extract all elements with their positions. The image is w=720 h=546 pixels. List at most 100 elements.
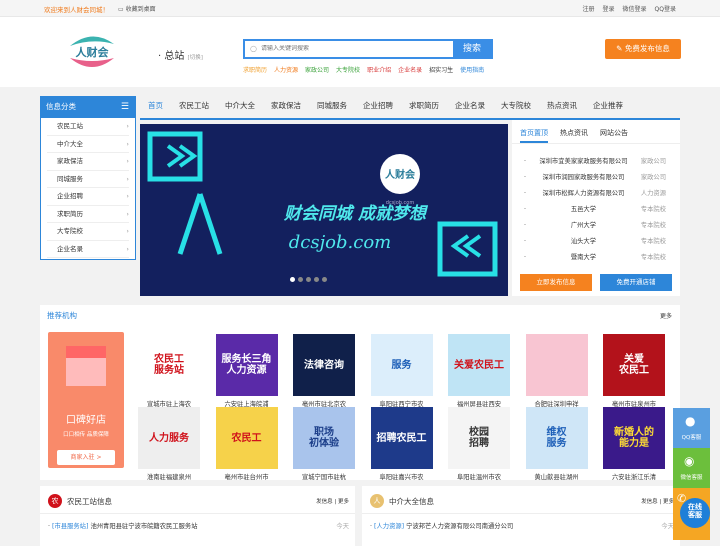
sidebar-item[interactable]: 求职简历 ›	[47, 206, 129, 223]
hot-keyword[interactable]: 家政公司	[305, 65, 329, 74]
panel-tab[interactable]: 网站公告	[600, 128, 628, 143]
nav-tab[interactable]: 热点资讯	[539, 96, 585, 118]
org-tile[interactable]: 农民工 亳州市驻台州市	[215, 407, 278, 481]
hot-keyword[interactable]: 职业介绍	[367, 65, 391, 74]
org-image: 关爱农民工	[448, 334, 510, 396]
org-label: 六安驻浙江乐清	[611, 474, 657, 481]
nav-tab[interactable]: 中介大全	[217, 96, 263, 118]
list-item[interactable]: · 深圳市润园家政服务有限公司 家政公司	[512, 170, 680, 186]
nav-tab[interactable]: 农民工站	[171, 96, 217, 118]
recommend-title: 推荐机构	[47, 311, 77, 320]
nav-tab[interactable]: 首页	[140, 96, 171, 118]
banner-carousel[interactable]: 人财会 dcsjob.com 财会同城 成就梦想 dcsjob.com	[140, 124, 508, 296]
item-category: 专本院校	[640, 222, 666, 229]
carousel-dot[interactable]	[322, 277, 327, 282]
hot-keyword[interactable]: 招实习生	[429, 65, 453, 74]
org-image: 新婚人的 能力是	[603, 407, 665, 469]
list-item[interactable]: · 五邑大学 专本院校	[512, 202, 680, 218]
site-logo[interactable]: 人财会	[62, 32, 122, 70]
bookmark-link[interactable]: ▭ 收藏到桌面	[118, 4, 156, 13]
nav-tab[interactable]: 企业推荐	[585, 96, 631, 118]
sidebar-item[interactable]: 同城服务 ›	[47, 171, 129, 188]
org-tile[interactable]: 农民工 服务站 宣城市驻上海农	[138, 334, 200, 408]
merchant-join-button[interactable]: 商家入驻 >	[57, 450, 115, 465]
list-item[interactable]: · 深圳市宜美家家政服务有限公司 家政公司	[512, 154, 680, 170]
hot-keyword[interactable]: 使用指南	[460, 65, 484, 74]
item-category: 家政公司	[640, 158, 666, 165]
wechat-service-button[interactable]: ◉ 微信客服	[673, 448, 710, 488]
site-switcher[interactable]: · 总站 [切换]	[158, 47, 203, 62]
item-tag: [市县服务站]	[52, 523, 89, 530]
panel-tab[interactable]: 热点资讯	[560, 128, 588, 143]
bookmark-label: 收藏到桌面	[125, 6, 156, 13]
open-shop-button[interactable]: 免费开通店铺	[600, 274, 672, 291]
nav-tab[interactable]: 企业招聘	[355, 96, 401, 118]
org-tile[interactable]: 维权 服务 黄山歙县驻湖州	[525, 407, 588, 481]
org-label: 淮南驻福建泉州	[146, 474, 192, 481]
panel-tab[interactable]: 首页置顶	[520, 128, 548, 143]
sidebar-item-label: 企业名录	[57, 244, 83, 253]
nav-tab[interactable]: 求职简历	[401, 96, 447, 118]
box-actions[interactable]: 发信息 | 更多	[316, 497, 349, 505]
carousel-dot[interactable]	[314, 277, 319, 282]
org-tile[interactable]: 服务长三角 人力资源 六安驻上海皖浦	[215, 334, 278, 408]
list-item[interactable]: · 广州大学 专本院校	[512, 218, 680, 234]
sidebar-item[interactable]: 大专院校 ›	[47, 223, 129, 241]
org-tile[interactable]: 人力服务 淮南驻福建泉州	[138, 407, 200, 481]
nav-tab[interactable]: 企业名录	[447, 96, 493, 118]
org-tile[interactable]: 职场 初体验 宣城宁国市驻杭	[293, 407, 355, 481]
publish-button[interactable]: ✎ 免费发布信息	[605, 39, 681, 59]
sidebar-item[interactable]: 企业招聘 ›	[47, 188, 129, 206]
carousel-dot[interactable]	[298, 277, 303, 282]
org-tile[interactable]: 法律咨询 亳州市驻北京农	[293, 334, 355, 408]
hot-keyword[interactable]: 大专院校	[336, 65, 360, 74]
org-label: 黄山歙县驻湖州	[534, 474, 579, 481]
list-item[interactable]: · [人力资源] 宁波邦芒人力资源有限公司南通分公司	[370, 521, 513, 530]
item-name: 深圳市松辉人力资源有限公司	[542, 190, 625, 197]
sidebar-item[interactable]: 企业名录 ›	[47, 241, 129, 258]
nav-tab[interactable]: 家政保洁	[263, 96, 309, 118]
org-tile[interactable]: 校园 招聘 阜阳驻温州市农	[448, 407, 510, 481]
chevron-right-icon: ›	[126, 174, 129, 183]
hot-keyword[interactable]: 企业名录	[398, 65, 422, 74]
org-tile[interactable]: 服务 阜阳驻西宁市农	[370, 334, 433, 408]
login-link[interactable]: 登录	[603, 4, 615, 13]
list-item[interactable]: · 暨南大学 专本院校	[512, 250, 680, 266]
sidebar-item[interactable]: 家政保洁 ›	[47, 153, 129, 171]
sidebar-item[interactable]: 农民工站 ›	[47, 118, 129, 136]
hot-keyword[interactable]: 人力资源	[274, 65, 298, 74]
org-tile[interactable]: 新婚人的 能力是六安驻浙江乐清	[603, 407, 665, 481]
sidebar-item[interactable]: 中介大全 ›	[47, 136, 129, 153]
search-input[interactable]	[261, 45, 451, 52]
org-tile[interactable]: 招聘农民工 阜阳驻嘉兴市农	[370, 407, 433, 481]
carousel-dot[interactable]	[306, 277, 311, 282]
publish-now-button[interactable]: 立即发布信息	[520, 274, 592, 291]
carousel-dot[interactable]	[290, 277, 295, 282]
org-tile[interactable]: 关爱农民工 福州屏县驻西安	[448, 334, 510, 408]
org-tile[interactable]: 关爱 农民工 亳州市驻泉州市	[603, 334, 665, 408]
list-item[interactable]: · 汕头大学 专本院校	[512, 234, 680, 250]
nav-tab[interactable]: 同城服务	[309, 96, 355, 118]
org-label: 亳州市驻台州市	[224, 474, 269, 481]
chevron-right-icon: ›	[126, 227, 129, 235]
item-name: 汕头大学	[570, 238, 596, 245]
org-label: 宣城宁国市驻杭	[301, 474, 347, 481]
org-tile[interactable]: 合肥驻深圳申祥	[525, 334, 588, 408]
search-button[interactable]: 搜索	[453, 41, 491, 57]
org-image: 农民工 服务站	[138, 334, 200, 396]
switch-link[interactable]: [切换]	[188, 55, 203, 61]
register-link[interactable]: 注册	[583, 4, 595, 13]
qq-service-button[interactable]: ● QQ客服	[673, 408, 710, 448]
hot-keyword[interactable]: 求职简历	[243, 65, 267, 74]
list-item[interactable]: · [市县服务站] 池州青阳县驻宁波市皖籍农民工服务站	[48, 521, 197, 530]
qq-login-link[interactable]: QQ登录	[655, 4, 676, 13]
box-actions[interactable]: 发信息 | 更多	[641, 497, 674, 505]
recommend-more-link[interactable]: 更多	[660, 311, 672, 320]
online-service-button[interactable]: ✆ 在线 客服	[673, 488, 710, 540]
recommend-section: 推荐机构 更多 口碑好店 口口相传 品质保障 商家入驻 > 农民工 服务站 宣城市…	[40, 305, 680, 481]
nav-tab[interactable]: 大专院校	[493, 96, 539, 118]
list-item[interactable]: · 深圳市松辉人力资源有限公司 人力资源	[512, 186, 680, 202]
box-title: 农民工站信息	[67, 497, 112, 506]
list-icon[interactable]: ☰	[121, 96, 129, 118]
wechat-login-link[interactable]: 微信登录	[623, 4, 647, 13]
